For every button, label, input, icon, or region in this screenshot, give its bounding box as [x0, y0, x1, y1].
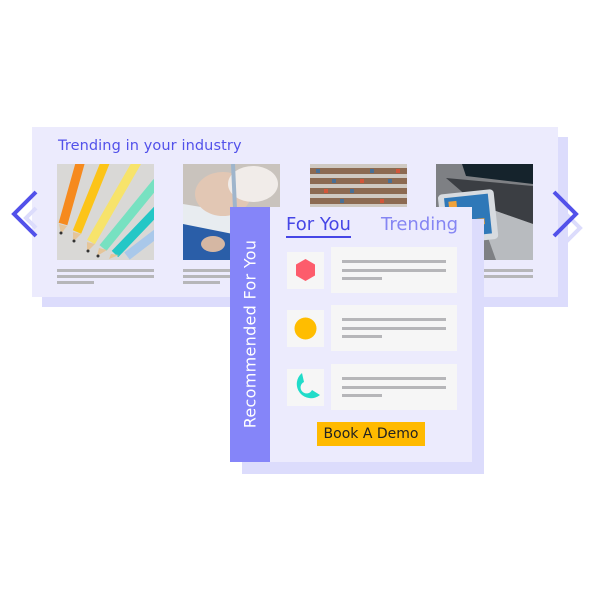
carousel-item-thumbnail-pencils[interactable]	[57, 164, 154, 260]
text-placeholder-line	[342, 269, 446, 272]
thumbnail-caption-line	[57, 281, 94, 284]
recommendation-side-label: Recommended For You	[240, 239, 260, 429]
thumbnail-caption-line	[183, 281, 220, 284]
chevron-right-icon[interactable]	[548, 188, 592, 252]
text-placeholder-line	[342, 335, 382, 338]
recommendation-item-icon-box	[287, 369, 324, 406]
recommendation-item[interactable]	[331, 305, 457, 351]
text-placeholder-line	[342, 260, 446, 263]
text-placeholder-line	[342, 327, 446, 330]
book-demo-button[interactable]: Book A Demo	[317, 422, 425, 446]
recommendation-item[interactable]	[331, 247, 457, 293]
tab-for-you[interactable]: For You	[286, 214, 351, 238]
tab-trending[interactable]: Trending	[381, 214, 458, 236]
text-placeholder-line	[342, 318, 446, 321]
thumbnail-caption-line	[183, 275, 230, 278]
recommendation-item-icon-box	[287, 252, 324, 289]
text-placeholder-line	[342, 377, 446, 380]
chevron-left-icon[interactable]	[8, 188, 44, 240]
pie-segment-icon	[296, 373, 320, 399]
text-placeholder-line	[342, 277, 382, 280]
circle-icon	[294, 317, 317, 340]
hexagon-icon	[296, 259, 315, 281]
carousel-title: Trending in your industry	[58, 138, 242, 154]
colored-pencils-photo	[57, 164, 154, 260]
text-placeholder-line	[342, 386, 446, 389]
text-placeholder-line	[342, 394, 382, 397]
recommendation-item[interactable]	[331, 364, 457, 410]
thumbnail-caption-line	[57, 275, 154, 278]
thumbnail-caption-line	[57, 269, 154, 272]
recommendation-item-icon-box	[287, 310, 324, 347]
thumbnail-caption-line	[183, 269, 230, 272]
